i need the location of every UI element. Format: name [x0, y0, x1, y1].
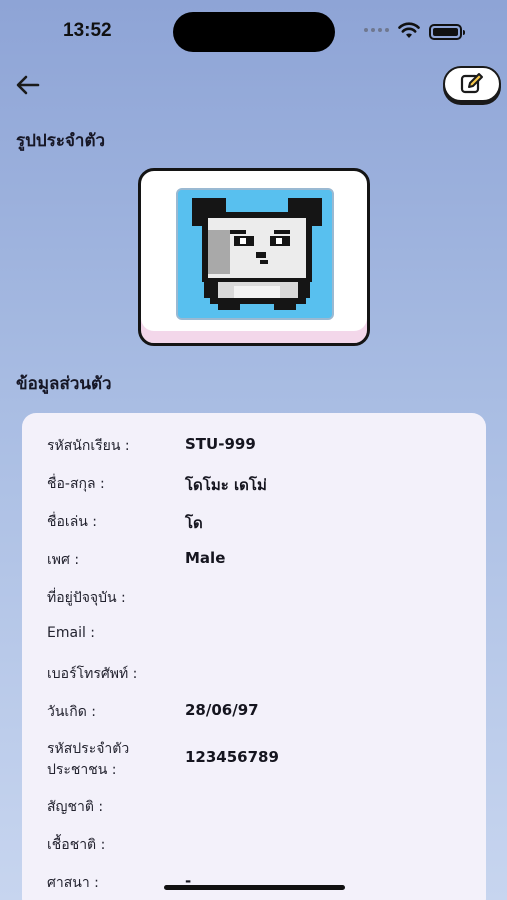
field-value: โดโมะ เดโม่	[185, 476, 267, 494]
arrow-left-icon	[16, 75, 40, 95]
profile-picture-title: รูปประจำตัว	[16, 131, 106, 151]
field-value: 28/06/97	[185, 701, 259, 719]
field-label: ชื่อ-สกุล :	[47, 476, 105, 492]
field-label: รหัสประจำตัว	[47, 741, 130, 757]
status-bar: 13:52	[0, 0, 507, 62]
field-label: เบอร์โทรศัพท์ :	[47, 666, 138, 682]
home-indicator[interactable]	[164, 885, 345, 890]
panda-avatar-icon	[178, 190, 332, 318]
field-value: Male	[185, 549, 226, 567]
back-button[interactable]	[14, 72, 42, 98]
edit-icon	[460, 73, 483, 94]
avatar-card	[138, 168, 370, 346]
field-label: ที่อยู่ปัจจุบัน :	[47, 590, 126, 606]
field-value: 123456789	[185, 748, 279, 766]
field-label: Email :	[47, 625, 96, 641]
battery-icon	[429, 24, 465, 40]
field-label: วันเกิด :	[47, 704, 96, 720]
field-label: เชื้อชาติ :	[47, 837, 106, 853]
field-value: โด	[185, 514, 203, 532]
field-label: ศาสนา :	[47, 875, 99, 891]
signal-icon	[364, 28, 389, 32]
field-label: ประชาชน :	[47, 762, 117, 778]
personal-info-card: รหัสนักเรียน : STU-999 ชื่อ-สกุล : โดโมะ…	[22, 413, 486, 900]
avatar	[176, 188, 334, 320]
field-label: รหัสนักเรียน :	[47, 438, 130, 454]
field-label: เพศ :	[47, 552, 80, 568]
field-value: STU-999	[185, 435, 256, 453]
wifi-icon	[398, 22, 420, 38]
edit-button[interactable]	[443, 66, 501, 102]
dynamic-island	[173, 12, 335, 52]
field-label: สัญชาติ :	[47, 799, 104, 815]
status-time: 13:52	[63, 20, 112, 41]
field-label: ชื่อเล่น :	[47, 514, 98, 530]
personal-info-title: ข้อมูลส่วนตัว	[16, 374, 112, 394]
